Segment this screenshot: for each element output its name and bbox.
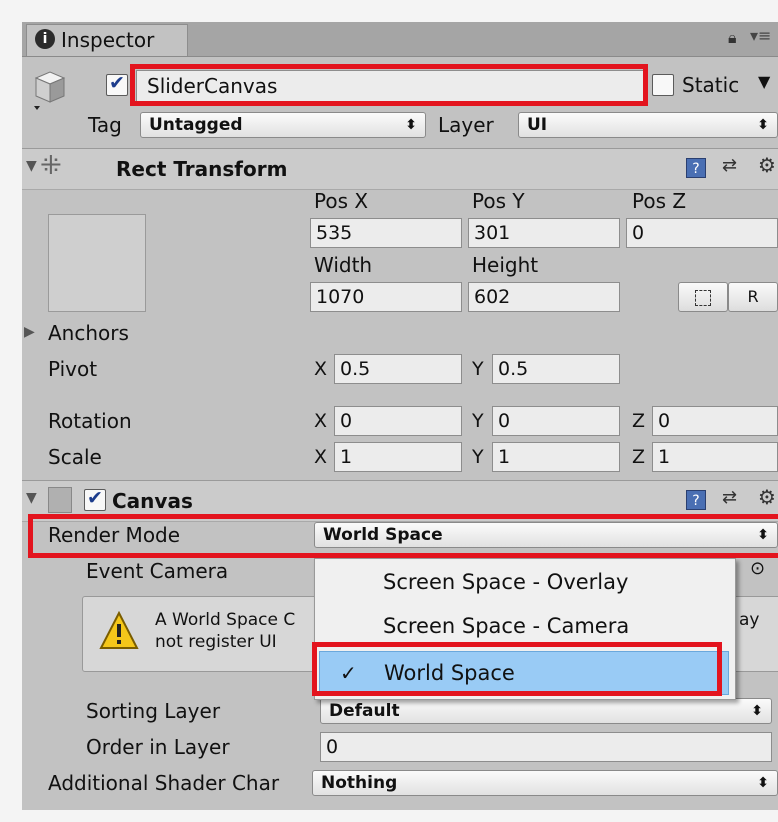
render-mode-value: World Space <box>323 525 443 545</box>
scale-y-input[interactable]: 1 <box>492 442 620 472</box>
rotation-label: Rotation <box>48 409 132 433</box>
menu-item-screen-space-overlay[interactable]: Screen Space - Overlay <box>315 561 735 605</box>
width-input[interactable]: 1070 <box>310 282 462 312</box>
pivot-label: Pivot <box>48 357 98 381</box>
event-camera-label: Event Camera <box>86 559 229 583</box>
canvas-header[interactable]: ▼ Canvas ? ⇄ ⚙ <box>22 480 778 522</box>
canvas-enabled-checkbox[interactable] <box>84 487 106 511</box>
tag-label: Tag <box>88 113 122 137</box>
canvas-title: Canvas <box>112 489 193 513</box>
rotation-y-label: Y <box>472 410 484 432</box>
menu-item-screen-space-camera[interactable]: Screen Space - Camera <box>315 605 735 649</box>
menu-item-world-space[interactable]: ✓ World Space <box>319 651 729 695</box>
pos-z-label: Pos Z <box>632 189 687 213</box>
order-in-layer-input[interactable]: 0 <box>320 732 772 762</box>
menu-icon[interactable]: ▾≡ <box>750 26 771 45</box>
anchor-preset-box[interactable] <box>48 214 146 312</box>
dropdown-arrow-icon: ⬍ <box>751 703 763 719</box>
foldout-arrow-icon[interactable]: ▼ <box>26 490 37 506</box>
checkmark-icon: ✓ <box>340 661 357 685</box>
render-mode-menu: Screen Space - Overlay Screen Space - Ca… <box>314 558 736 700</box>
tag-value: Untagged <box>149 115 243 135</box>
pivot-y-input[interactable]: 0.5 <box>492 354 620 384</box>
pivot-x-label: X <box>314 358 328 380</box>
static-dropdown-arrow-icon[interactable]: ▼ <box>758 72 770 91</box>
additional-shader-label: Additional Shader Char <box>48 771 280 795</box>
tab-inspector[interactable]: i Inspector <box>26 24 188 56</box>
sorting-layer-value: Default <box>329 701 400 721</box>
gear-icon[interactable]: ⚙ <box>758 153 776 177</box>
gear-icon[interactable]: ⚙ <box>758 485 776 509</box>
pos-y-label: Pos Y <box>472 189 525 213</box>
scale-x-input[interactable]: 1 <box>334 442 462 472</box>
rotation-x-input[interactable]: 0 <box>334 406 462 436</box>
help-icon[interactable]: ? <box>686 490 706 510</box>
layer-label: Layer <box>438 113 494 137</box>
foldout-arrow-icon[interactable]: ▼ <box>26 158 37 174</box>
layer-dropdown[interactable]: UI ⬍ <box>518 112 778 138</box>
tab-bar: i Inspector 🔒︎ ▾≡ <box>22 22 778 57</box>
warning-icon <box>99 611 139 649</box>
sorting-layer-label: Sorting Layer <box>86 699 221 723</box>
pivot-x-input[interactable]: 0.5 <box>334 354 462 384</box>
rect-transform-icon: ⁜ <box>40 151 62 181</box>
cube-icon <box>28 68 72 112</box>
width-label: Width <box>314 253 373 277</box>
rect-transform-title: Rect Transform <box>116 157 288 181</box>
info-icon: i <box>35 29 55 49</box>
canvas-icon <box>48 487 72 513</box>
pos-x-input[interactable]: 535 <box>310 218 462 248</box>
pivot-y-label: Y <box>472 358 484 380</box>
render-mode-label: Render Mode <box>48 523 181 547</box>
blueprint-mode-button[interactable] <box>678 282 728 312</box>
lock-icon[interactable]: 🔒︎ <box>728 28 737 48</box>
warning-text-tail: ay <box>739 610 760 630</box>
inspector-panel: i Inspector 🔒︎ ▾≡ SliderCanvas Static ▼ … <box>22 22 778 810</box>
scale-x-label: X <box>314 446 328 468</box>
tab-label: Inspector <box>61 28 155 52</box>
dropdown-arrow-icon: ⬍ <box>757 117 769 133</box>
additional-shader-dropdown[interactable]: Nothing ⬍ <box>312 770 778 796</box>
object-name-input[interactable]: SliderCanvas <box>136 70 644 102</box>
anchors-foldout-icon[interactable]: ▶ <box>24 324 35 340</box>
dropdown-arrow-icon: ⬍ <box>757 775 769 791</box>
preset-icon[interactable]: ⇄ <box>722 155 737 176</box>
warning-text-line2: not register UI <box>155 632 277 652</box>
static-label: Static <box>682 73 740 97</box>
scale-y-label: Y <box>472 446 484 468</box>
dropdown-arrow-icon: ⬍ <box>757 527 769 543</box>
pos-z-input[interactable]: 0 <box>626 218 778 248</box>
scale-z-input[interactable]: 1 <box>652 442 778 472</box>
menu-item-world-space-label: World Space <box>384 661 515 685</box>
warning-text-line1: A World Space C <box>155 610 296 630</box>
height-input[interactable]: 602 <box>468 282 620 312</box>
static-checkbox[interactable] <box>652 74 674 96</box>
scale-z-label: Z <box>632 446 646 468</box>
object-picker-icon[interactable]: ⊙ <box>750 558 765 579</box>
pos-y-input[interactable]: 301 <box>468 218 620 248</box>
sorting-layer-dropdown[interactable]: Default ⬍ <box>320 698 772 724</box>
pos-x-label: Pos X <box>314 189 369 213</box>
raw-edit-button[interactable]: R <box>728 282 778 312</box>
additional-shader-value: Nothing <box>321 773 398 793</box>
anchors-label[interactable]: Anchors <box>48 320 129 346</box>
rotation-x-label: X <box>314 410 328 432</box>
help-icon[interactable]: ? <box>686 158 706 178</box>
rect-transform-header[interactable]: ▼ ⁜ Rect Transform ? ⇄ ⚙ <box>22 148 778 190</box>
rotation-y-input[interactable]: 0 <box>492 406 620 436</box>
render-mode-dropdown[interactable]: World Space ⬍ <box>314 522 778 548</box>
tag-dropdown[interactable]: Untagged ⬍ <box>140 112 426 138</box>
layer-value: UI <box>527 115 548 135</box>
active-checkbox[interactable] <box>106 72 128 96</box>
order-in-layer-label: Order in Layer <box>86 735 230 759</box>
preset-icon[interactable]: ⇄ <box>722 487 737 508</box>
height-label: Height <box>472 253 539 277</box>
scale-label: Scale <box>48 445 102 469</box>
dropdown-arrow-icon: ⬍ <box>405 117 417 133</box>
dotted-square-icon <box>695 289 711 306</box>
rotation-z-label: Z <box>632 410 646 432</box>
rotation-z-input[interactable]: 0 <box>652 406 778 436</box>
